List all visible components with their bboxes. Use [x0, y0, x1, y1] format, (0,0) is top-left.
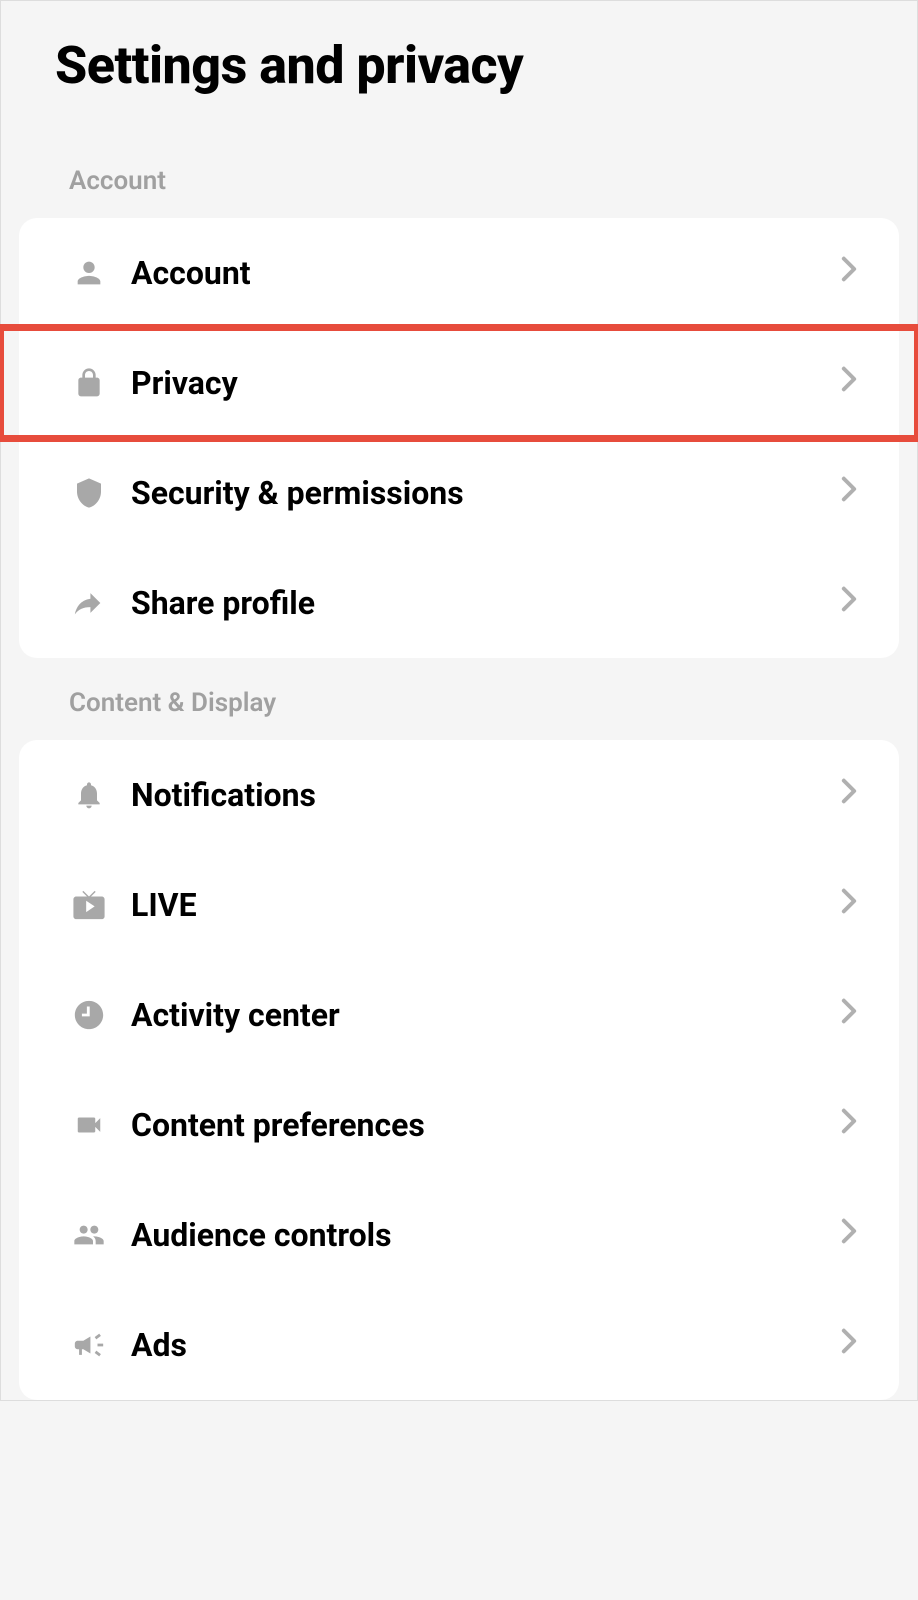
settings-item-ads[interactable]: Ads	[19, 1290, 899, 1400]
settings-item-activity-center[interactable]: Activity center	[19, 960, 899, 1070]
settings-item-label: Content preferences	[131, 1106, 841, 1144]
settings-card: Notifications LIVE Activity center Content …	[19, 740, 899, 1400]
settings-card: Account Privacy Security & permissions Shar…	[19, 218, 899, 658]
lock-icon	[71, 365, 107, 401]
section-header: Account	[1, 136, 917, 218]
chevron-right-icon	[841, 1328, 861, 1362]
settings-item-notifications[interactable]: Notifications	[19, 740, 899, 850]
tv-icon	[71, 887, 107, 923]
chevron-right-icon	[841, 586, 861, 620]
person-icon	[71, 255, 107, 291]
settings-item-label: Share profile	[131, 584, 841, 622]
share-icon	[71, 585, 107, 621]
settings-item-audience-controls[interactable]: Audience controls	[19, 1180, 899, 1290]
chevron-right-icon	[841, 888, 861, 922]
clock-icon	[71, 997, 107, 1033]
settings-item-content-preferences[interactable]: Content preferences	[19, 1070, 899, 1180]
settings-item-label: Notifications	[131, 776, 841, 814]
page-title: Settings and privacy	[1, 1, 917, 136]
settings-item-label: Account	[131, 254, 841, 292]
bell-icon	[71, 777, 107, 813]
settings-item-label: Security & permissions	[131, 474, 841, 512]
settings-item-live[interactable]: LIVE	[19, 850, 899, 960]
video-icon	[71, 1107, 107, 1143]
settings-item-label: LIVE	[131, 886, 841, 924]
people-icon	[71, 1217, 107, 1253]
settings-item-account[interactable]: Account	[19, 218, 899, 328]
chevron-right-icon	[841, 476, 861, 510]
settings-item-label: Ads	[131, 1326, 841, 1364]
chevron-right-icon	[841, 256, 861, 290]
section-header: Content & Display	[1, 658, 917, 740]
settings-item-label: Activity center	[131, 996, 841, 1034]
chevron-right-icon	[841, 998, 861, 1032]
settings-item-security-permissions[interactable]: Security & permissions	[19, 438, 899, 548]
chevron-right-icon	[841, 778, 861, 812]
chevron-right-icon	[841, 1218, 861, 1252]
megaphone-icon	[71, 1327, 107, 1363]
shield-icon	[71, 475, 107, 511]
chevron-right-icon	[841, 366, 861, 400]
settings-item-privacy[interactable]: Privacy	[1, 328, 917, 438]
settings-item-label: Privacy	[131, 364, 841, 402]
settings-container: Settings and privacy Account Account Priva…	[1, 1, 917, 1400]
settings-item-label: Audience controls	[131, 1216, 841, 1254]
settings-item-share-profile[interactable]: Share profile	[19, 548, 899, 658]
chevron-right-icon	[841, 1108, 861, 1142]
